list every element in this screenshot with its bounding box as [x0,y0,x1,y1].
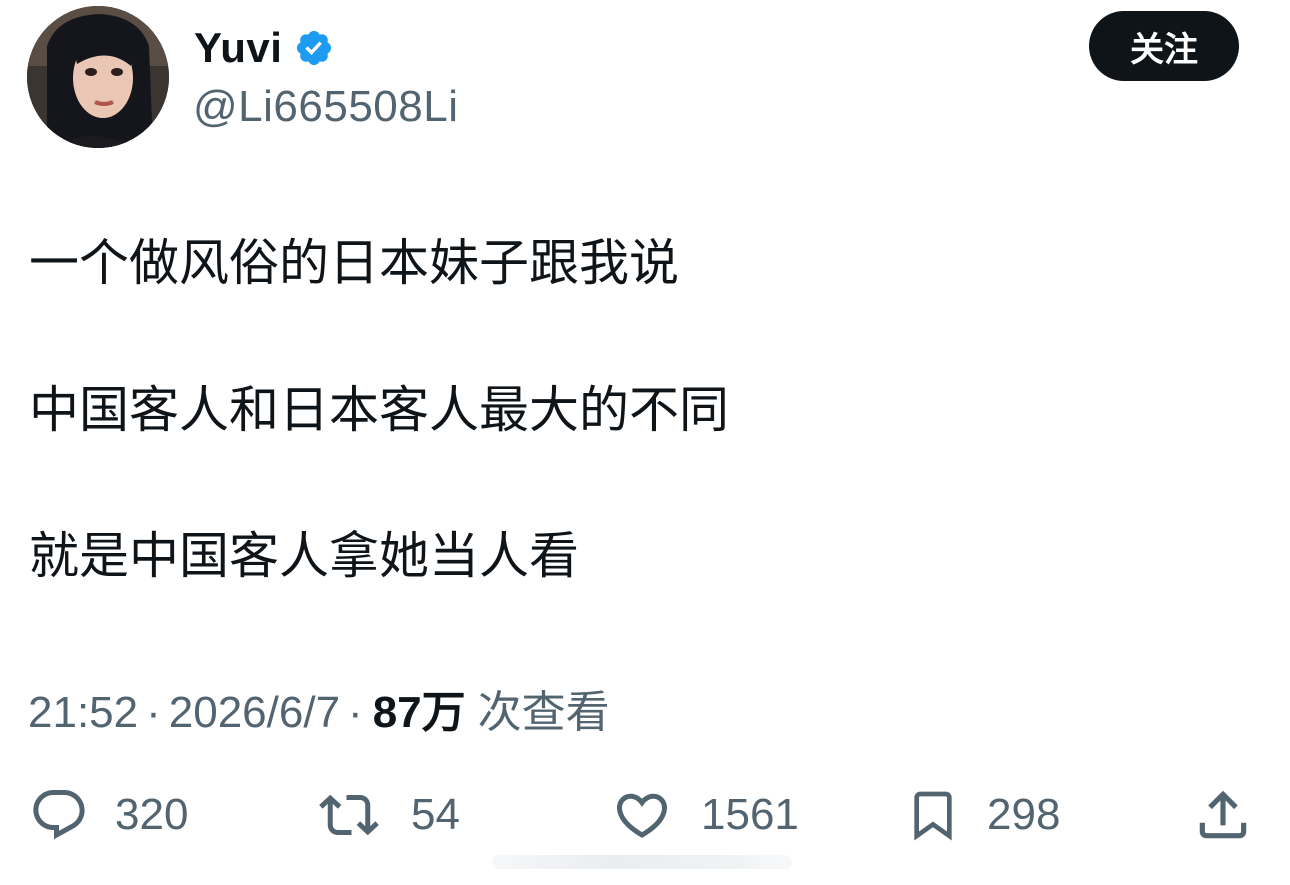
scroll-indicator[interactable] [492,855,792,869]
avatar-image [27,6,169,148]
author-handle[interactable]: @Li665508Li [193,82,458,132]
author-name-row[interactable]: Yuvi [194,20,334,76]
avatar[interactable] [27,6,169,148]
reply-count: 320 [115,790,189,839]
heart-icon [616,793,668,838]
reply-icon [33,790,85,840]
action-bar: 320 54 1561 298 [0,775,1290,855]
tweet-text-line-3: 就是中国客人拿她当人看 [29,527,579,585]
tweet-text-line-1: 一个做风俗的日本妹子跟我说 [29,234,679,292]
follow-button[interactable]: 关注 [1089,11,1239,81]
retweet-count: 54 [411,790,460,839]
meta-separator: · [146,688,161,737]
view-count[interactable]: 87万 [373,676,466,740]
reply-button[interactable]: 320 [29,775,188,855]
bookmark-button[interactable]: 298 [905,775,1060,855]
share-button[interactable] [1192,775,1254,855]
like-button[interactable]: 1561 [609,775,799,855]
view-count-label: 次查看 [477,687,610,738]
verified-badge-icon [297,30,332,66]
like-count: 1561 [701,790,799,839]
author-display-name[interactable]: Yuvi [194,24,282,72]
meta-separator: · [348,688,363,737]
tweet-meta: 21:52 · 2026/6/7 · 87万 次查看 [28,676,610,740]
share-icon [1199,790,1247,839]
bookmark-icon [914,791,952,841]
retweet-icon [319,794,379,836]
tweet-text-line-2: 中国客人和日本客人最大的不同 [29,381,729,439]
retweet-button[interactable]: 54 [313,775,460,855]
tweet-time[interactable]: 21:52 [28,688,138,738]
tweet-date[interactable]: 2026/6/7 [169,688,340,738]
bookmark-count: 298 [987,790,1061,839]
